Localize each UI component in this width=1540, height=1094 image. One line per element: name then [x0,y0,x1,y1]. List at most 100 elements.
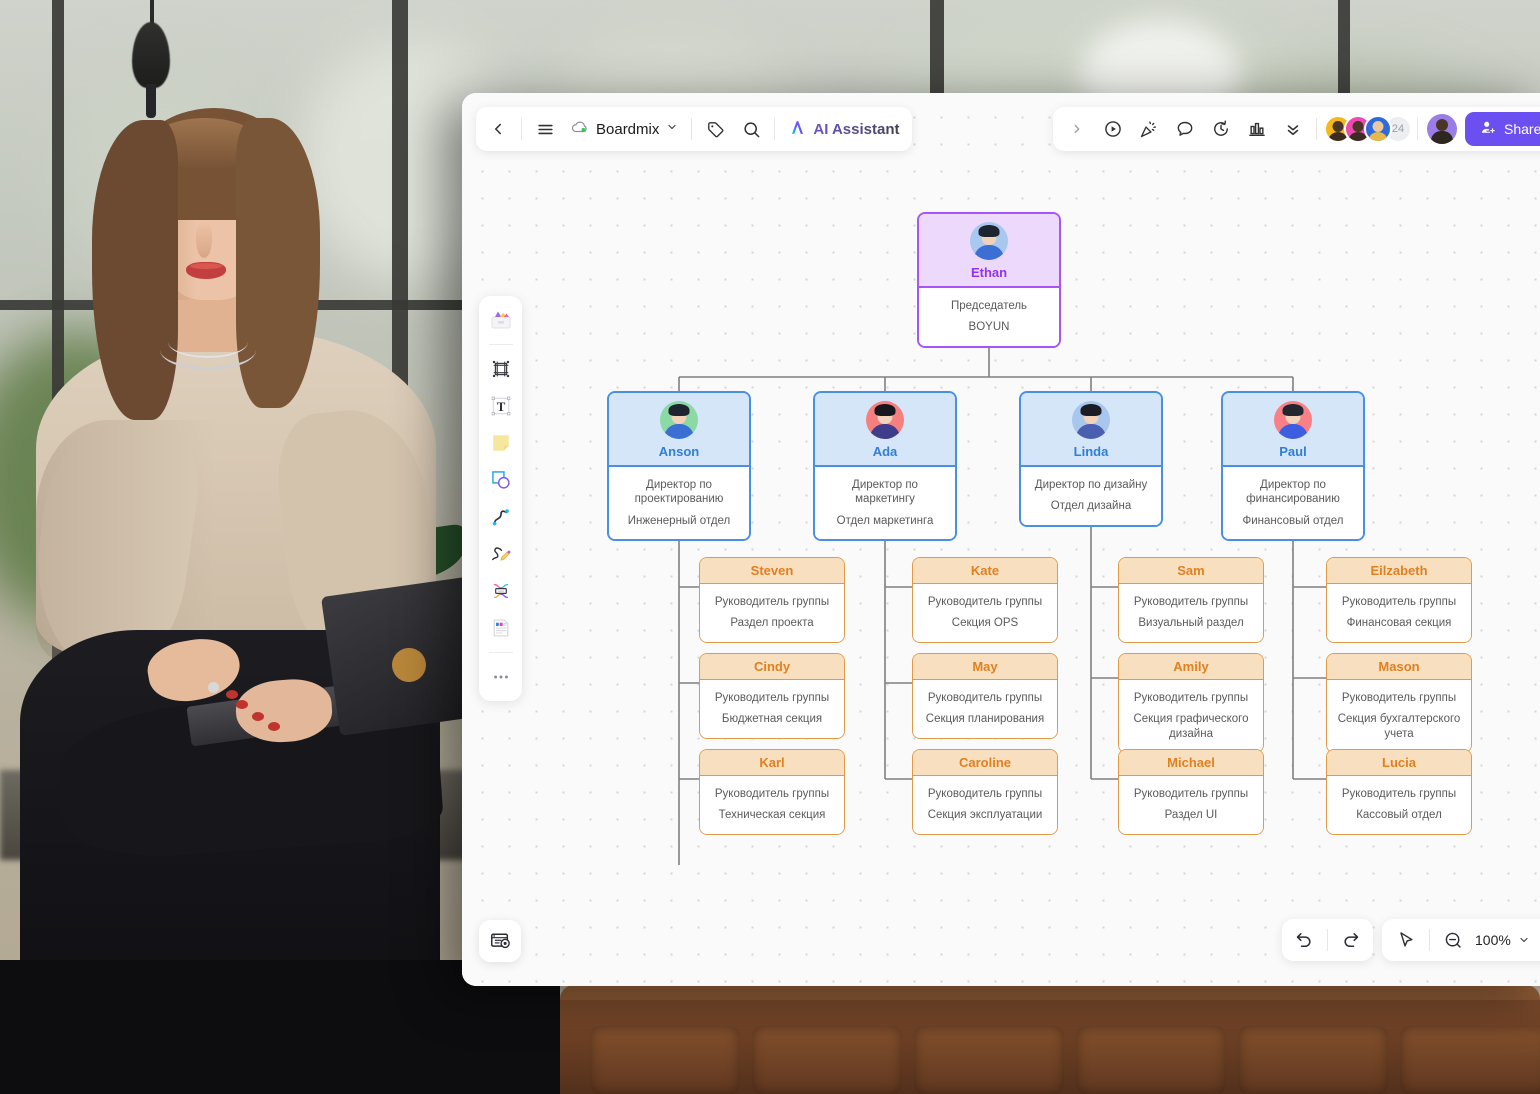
node-body: Руководитель группы Техническая секция [700,776,844,834]
back-button[interactable] [480,111,516,147]
avatar [660,401,698,439]
org-node-level2[interactable]: Linda Директор по дизайну Отдел дизайна [1019,391,1163,527]
org-node-level3[interactable]: Kate Руководитель группы Секция OPS [912,557,1058,643]
boardmix-app-window: Ethan Председатель BOYUN Anson Директор … [462,93,1540,986]
rail-divider [488,652,513,653]
org-node-level3[interactable]: Eilzabeth Руководитель группы Финансовая… [1326,557,1472,643]
necklace [168,326,248,358]
node-header: Michael [1119,750,1263,776]
sticky-note-icon[interactable] [484,426,518,460]
node-department: Инженерный отдел [627,514,731,527]
node-body: Руководитель группы Секция OPS [913,584,1057,642]
document-icon[interactable] [484,611,518,645]
org-node-level2[interactable]: Anson Директор по проектированию Инженер… [607,391,751,542]
pen-icon[interactable] [484,537,518,571]
org-node-level2[interactable]: Ada Директор по маркетингу Отдел маркети… [813,391,957,542]
node-title: Директор по маркетингу [852,479,918,506]
frame-icon[interactable] [484,352,518,386]
org-node-level3[interactable]: May Руководитель группы Секция планирова… [912,653,1058,739]
node-person-name: Kate [970,563,1000,578]
node-department: Раздел проекта [730,617,814,630]
avatar [1072,401,1110,439]
node-body: Руководитель группы Секция эксплуатации [913,776,1057,834]
cursor-pointer-icon[interactable] [1388,922,1424,958]
org-node-root[interactable]: Ethan Председатель BOYUN [917,212,1061,348]
top-toolbar-right: 24 Share [1053,107,1540,151]
node-title: Руководитель группы [927,596,1043,608]
node-person-name: Steven [750,563,794,578]
node-title: Руководитель группы [1341,692,1457,704]
shapes-icon[interactable] [484,463,518,497]
org-node-level3[interactable]: Sam Руководитель группы Визуальный разде… [1118,557,1264,643]
avatar[interactable] [1364,115,1392,143]
org-node-level3[interactable]: Michael Руководитель группы Раздел UI [1118,749,1264,835]
fingernail [226,690,238,699]
node-person-name: Sam [1177,563,1205,578]
node-person-name: Cindy [753,659,791,674]
zoom-dropdown-chevron-down-icon[interactable] [1515,922,1533,958]
sofa-tuft [914,1026,1064,1094]
node-person-name: Amily [1173,659,1209,674]
node-department: BOYUN [968,321,1010,334]
more-options-button[interactable] [1275,111,1311,147]
sofa-tuft [1076,1026,1226,1094]
document-name-button[interactable]: Boardmix [563,119,686,140]
redo-button[interactable] [1333,922,1369,958]
node-header: May [913,654,1057,680]
hair-strand-right [236,118,320,408]
org-node-level3[interactable]: Cindy Руководитель группы Бюджетная секц… [699,653,845,739]
node-body: Директор по финансированию Финансовый от… [1223,467,1363,540]
avatar [970,222,1008,260]
templates-icon[interactable] [484,303,518,337]
org-node-level3[interactable]: Lucia Руководитель группы Кассовый отдел [1326,749,1472,835]
menu-button[interactable] [527,111,563,147]
node-title: Директор по финансированию [1246,479,1340,506]
current-user-avatar[interactable] [1427,114,1457,144]
presentation-icon[interactable] [479,920,521,962]
document-title: Boardmix [596,120,660,138]
ai-assistant-button[interactable]: AI Assistant [780,118,907,141]
avatar [866,401,904,439]
search-button[interactable] [733,111,769,147]
zoom-in-button[interactable] [1533,922,1540,958]
node-person-name: Karl [759,755,785,770]
undo-button[interactable] [1286,922,1322,958]
node-department: Секция эксплуатации [927,809,1043,822]
collaborator-avatars[interactable]: 24 [1324,115,1412,143]
org-node-level2[interactable]: Paul Директор по финансированию Финансов… [1221,391,1365,542]
person-with-laptop [0,0,492,1094]
undo-redo-bar [1282,919,1373,961]
node-person-name: Caroline [958,755,1011,770]
mindmap-icon[interactable] [484,574,518,608]
sweater-shading [36,420,216,660]
node-person-name: Michael [1167,755,1215,770]
node-body: Руководитель группы Секция планирования [913,680,1057,738]
org-node-level3[interactable]: Karl Руководитель группы Техническая сек… [699,749,845,835]
node-header: Caroline [913,750,1057,776]
zoom-level[interactable]: 100% [1471,932,1515,948]
more-tools-icon[interactable] [484,660,518,694]
node-body: Руководитель группы Финансовая секция [1327,584,1471,642]
tag-button[interactable] [697,111,733,147]
text-icon[interactable]: T [484,389,518,423]
statistics-button[interactable] [1239,111,1275,147]
connector-icon[interactable] [484,500,518,534]
share-button[interactable]: Share [1465,112,1540,146]
celebrate-button[interactable] [1131,111,1167,147]
comment-button[interactable] [1167,111,1203,147]
expand-toolbar-button[interactable] [1059,111,1095,147]
version-history-button[interactable] [1203,111,1239,147]
node-body: Руководитель группы Секция графического … [1119,680,1263,753]
node-header: Linda [1021,393,1161,467]
org-node-level3[interactable]: Mason Руководитель группы Секция бухгалт… [1326,653,1472,754]
node-department: Финансовая секция [1346,617,1452,630]
node-department: Бюджетная секция [721,713,823,726]
zoom-out-button[interactable] [1435,922,1471,958]
org-node-level3[interactable]: Caroline Руководитель группы Секция эксп… [912,749,1058,835]
cloud-icon [571,119,589,140]
present-button[interactable] [1095,111,1131,147]
node-person-name: Lucia [1382,755,1416,770]
org-node-level3[interactable]: Steven Руководитель группы Раздел проект… [699,557,845,643]
org-node-level3[interactable]: Amily Руководитель группы Секция графиче… [1118,653,1264,754]
node-title: Руководитель группы [714,692,830,704]
